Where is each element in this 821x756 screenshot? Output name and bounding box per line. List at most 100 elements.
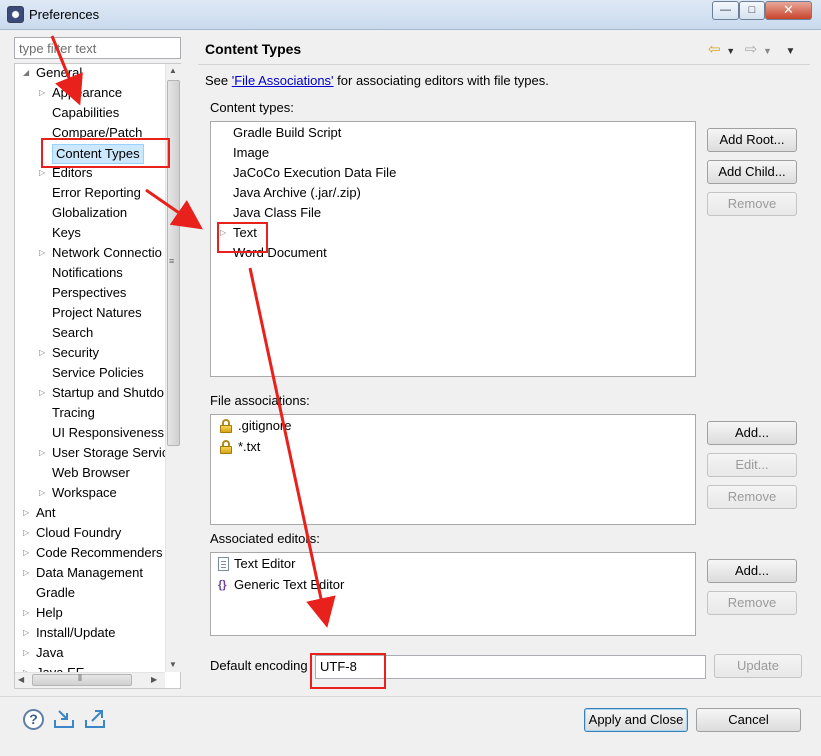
tree-item-gradle[interactable]: Gradle [15,583,165,603]
collapsed-chevron-icon[interactable]: ▷ [23,543,31,563]
add-file-association-button[interactable]: Add... [707,421,797,445]
tree-item-network-connectio[interactable]: ▷ Network Connectio [15,243,165,263]
collapsed-chevron-icon[interactable]: ▷ [39,83,47,103]
tree-item-notifications[interactable]: Notifications [15,263,165,283]
import-icon[interactable] [53,708,77,730]
add-child-button[interactable]: Add Child... [707,160,797,184]
tree-item-ant[interactable]: ▷ Ant [15,503,165,523]
tree-item-tracing[interactable]: Tracing [15,403,165,423]
collapsed-chevron-icon[interactable]: ▷ [39,443,47,463]
content-types-label: Content types: [210,100,294,115]
annotation-box-content-types [41,138,170,168]
collapsed-chevron-icon[interactable]: ▷ [23,563,31,583]
tree-item-perspectives[interactable]: Perspectives [15,283,165,303]
collapsed-chevron-icon[interactable]: ▷ [39,383,47,403]
add-editor-button[interactable]: Add... [707,559,797,583]
tree-item-security[interactable]: ▷ Security [15,343,165,363]
content-type-text[interactable]: ▷ Text [211,223,691,243]
collapsed-chevron-icon[interactable]: ▷ [39,343,47,363]
associated-editors-label: Associated editors: [210,531,320,546]
tree-item-general[interactable]: ◢ General [15,64,165,83]
apply-and-close-button[interactable]: Apply and Close [584,708,688,732]
maximize-button[interactable]: □ [739,1,765,20]
lock-icon [220,440,232,454]
collapsed-chevron-icon[interactable]: ▷ [39,483,47,503]
expanded-chevron-icon[interactable]: ◢ [23,64,31,83]
edit-file-association-button[interactable]: Edit... [707,453,797,477]
tree-item-cloud-foundry[interactable]: ▷ Cloud Foundry [15,523,165,543]
tree-item-appearance[interactable]: ▷ Appearance [15,83,165,103]
tree-item-workspace[interactable]: ▷ Workspace [15,483,165,503]
content-type-image[interactable]: Image [211,143,691,163]
associated-editor-item[interactable]: Text Editor [211,554,691,574]
forward-arrow-icon[interactable]: ⇨ [745,41,758,58]
tree-item-project-natures[interactable]: Project Natures [15,303,165,323]
content-type-java-archive-jar-zip[interactable]: Java Archive (.jar/.zip) [211,183,691,203]
tree-item-install-update[interactable]: ▷ Install/Update [15,623,165,643]
file-associations-list[interactable]: .gitignore *.txt [210,414,696,525]
add-root-button[interactable]: Add Root... [707,128,797,152]
associated-editor-item[interactable]: {} Generic Text Editor [211,575,691,595]
view-menu-icon[interactable]: ▼ [786,46,796,57]
scroll-right-icon[interactable]: ▶ [151,675,157,684]
minimize-button[interactable]: — [712,1,739,20]
associated-editor-label: Text Editor [234,556,296,571]
tree-item-keys[interactable]: Keys [15,223,165,243]
eclipse-app-icon [7,6,24,23]
tree-item-label: Ant [36,505,56,520]
file-association-item[interactable]: *.txt [211,437,691,457]
tree-horizontal-scroll-thumb[interactable] [32,674,132,686]
close-button[interactable]: ✕ [765,1,812,20]
collapsed-chevron-icon[interactable]: ▷ [23,503,31,523]
scroll-up-icon[interactable]: ▲ [169,66,177,75]
tree-item-service-policies[interactable]: Service Policies [15,363,165,383]
scroll-down-icon[interactable]: ▼ [169,660,177,669]
associated-editors-list[interactable]: Text Editor {} Generic Text Editor [210,552,696,636]
remove-editor-button[interactable]: Remove [707,591,797,615]
page-navigation: ⇦ ▼ ⇨ ▼ ▼ [708,40,795,58]
tree-item-web-browser[interactable]: Web Browser [15,463,165,483]
tree-item-label: Data Management [36,565,143,580]
file-associations-link[interactable]: 'File Associations' [232,73,334,88]
back-menu-chevron-icon[interactable]: ▼ [726,46,735,56]
content-type-jacoco-execution-data-file[interactable]: JaCoCo Execution Data File [211,163,691,183]
help-icon[interactable]: ? [23,709,44,730]
tree-item-help[interactable]: ▷ Help [15,603,165,623]
default-encoding-label: Default encoding [210,658,308,673]
scroll-left-icon[interactable]: ◀ [18,675,24,684]
content-type-word-document[interactable]: Word Document [211,243,691,263]
remove-file-association-button[interactable]: Remove [707,485,797,509]
tree-item-startup-and-shutdo[interactable]: ▷ Startup and Shutdo [15,383,165,403]
tree-item-user-storage-servic[interactable]: ▷ User Storage Servic [15,443,168,463]
forward-menu-chevron-icon[interactable]: ▼ [763,46,772,56]
document-icon [218,557,229,571]
remove-content-type-button[interactable]: Remove [707,192,797,216]
collapsed-chevron-icon[interactable]: ▷ [23,523,31,543]
tree-item-globalization[interactable]: Globalization [15,203,165,223]
tree-item-label: Java [36,645,64,660]
cancel-button[interactable]: Cancel [696,708,801,732]
tree-item-capabilities[interactable]: Capabilities [15,103,165,123]
back-arrow-icon[interactable]: ⇦ [708,41,721,58]
tree-item-label: Help [36,605,63,620]
tree-item-code-recommenders[interactable]: ▷ Code Recommenders [15,543,165,563]
tree-item-ui-responsiveness[interactable]: UI Responsiveness [15,423,165,443]
tree-item-label: Network Connectio [52,245,162,260]
content-type-java-class-file[interactable]: Java Class File [211,203,691,223]
tree-item-java[interactable]: ▷ Java [15,643,165,663]
collapsed-chevron-icon[interactable]: ▷ [23,643,31,663]
content-type-gradle-build-script[interactable]: Gradle Build Script [211,123,691,143]
collapsed-chevron-icon[interactable]: ▷ [23,623,31,643]
tree-item-error-reporting[interactable]: Error Reporting [15,183,165,203]
export-icon[interactable] [84,708,108,730]
tree-item-data-management[interactable]: ▷ Data Management [15,563,165,583]
collapsed-chevron-icon[interactable]: ▷ [39,243,47,263]
tree-item-search[interactable]: Search [15,323,165,343]
collapsed-chevron-icon[interactable]: ▷ [23,603,31,623]
content-types-tree[interactable]: Gradle Build Script Image JaCoCo Execution… [210,121,696,377]
update-button[interactable]: Update [714,654,802,678]
filter-input[interactable] [14,37,181,59]
generic-editor-icon: {} [218,579,227,591]
tree-item-label: Cloud Foundry [36,525,122,540]
file-association-item[interactable]: .gitignore [211,416,691,436]
